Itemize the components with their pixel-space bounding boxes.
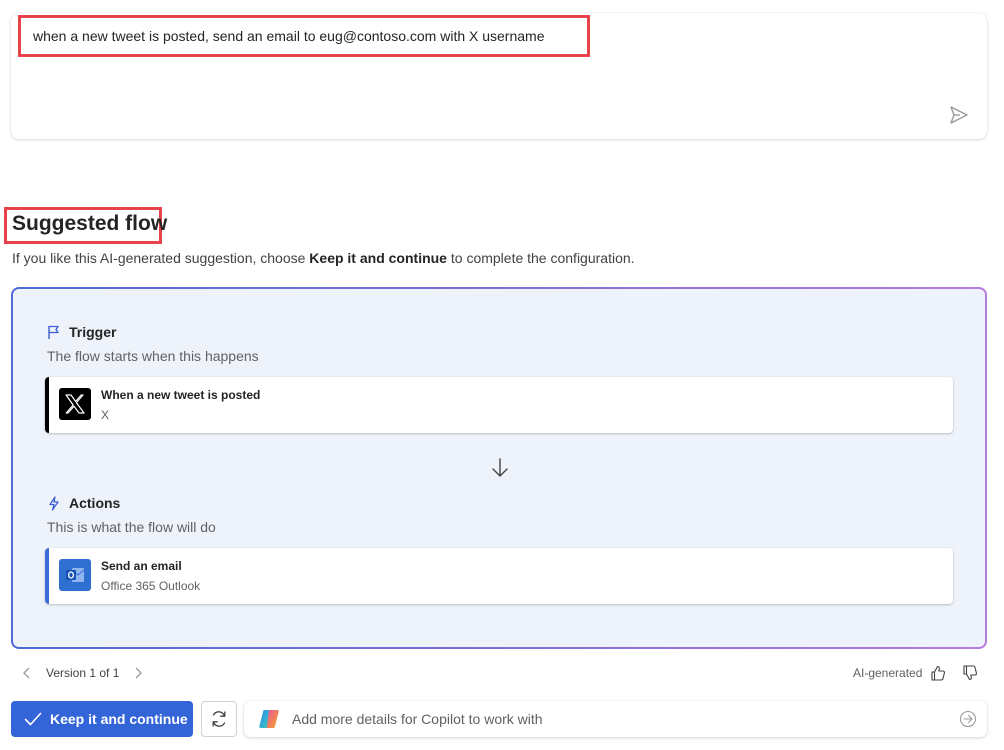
outlook-icon	[59, 559, 91, 591]
keep-it-and-continue-button[interactable]: Keep it and continue	[11, 701, 193, 737]
thumbs-down-icon[interactable]	[961, 664, 979, 682]
arrow-right-circle-icon[interactable]	[959, 710, 977, 728]
page-subtitle: If you like this AI-generated suggestion…	[12, 250, 635, 266]
chevron-left-icon[interactable]	[22, 667, 32, 679]
trigger-step-accent	[45, 377, 49, 433]
copilot-icon	[259, 710, 279, 728]
flag-icon	[48, 325, 59, 339]
action-step-card[interactable]: Send an email Office 365 Outlook	[45, 548, 953, 604]
send-icon[interactable]	[948, 104, 970, 126]
trigger-step-title: When a new tweet is posted	[101, 388, 261, 402]
action-step-title: Send an email	[101, 559, 182, 573]
version-label: Version 1 of 1	[46, 666, 120, 680]
lightning-icon	[49, 495, 59, 511]
checkmark-icon	[24, 712, 42, 726]
thumbs-up-icon[interactable]	[929, 664, 947, 682]
version-navigator: Version 1 of 1	[22, 666, 143, 680]
page-title: Suggested flow	[12, 212, 168, 235]
copilot-chat-input[interactable]	[292, 701, 952, 737]
trigger-heading: Trigger	[47, 324, 116, 340]
action-step-accent	[45, 548, 49, 604]
actions-description: This is what the flow will do	[47, 519, 216, 535]
prompt-text[interactable]: when a new tweet is posted, send an emai…	[33, 28, 545, 44]
trigger-step-connector: X	[101, 408, 110, 422]
regenerate-button[interactable]	[201, 701, 237, 737]
chevron-right-icon[interactable]	[133, 667, 143, 679]
arrow-down-icon	[492, 458, 508, 477]
x-logo-icon	[59, 388, 91, 420]
copilot-chat-input-box[interactable]	[244, 701, 987, 737]
trigger-description: The flow starts when this happens	[47, 348, 259, 364]
trigger-title: Trigger	[69, 324, 117, 340]
ai-generated-label: AI-generated	[853, 666, 923, 680]
refresh-icon	[212, 711, 226, 727]
actions-title: Actions	[69, 495, 121, 511]
keep-button-label: Keep it and continue	[50, 711, 188, 727]
actions-heading: Actions	[47, 495, 120, 511]
suggested-flow-panel: Trigger The flow starts when this happen…	[11, 287, 987, 649]
action-step-connector: Office 365 Outlook	[101, 579, 201, 593]
trigger-step-card[interactable]: When a new tweet is posted X	[45, 377, 953, 433]
